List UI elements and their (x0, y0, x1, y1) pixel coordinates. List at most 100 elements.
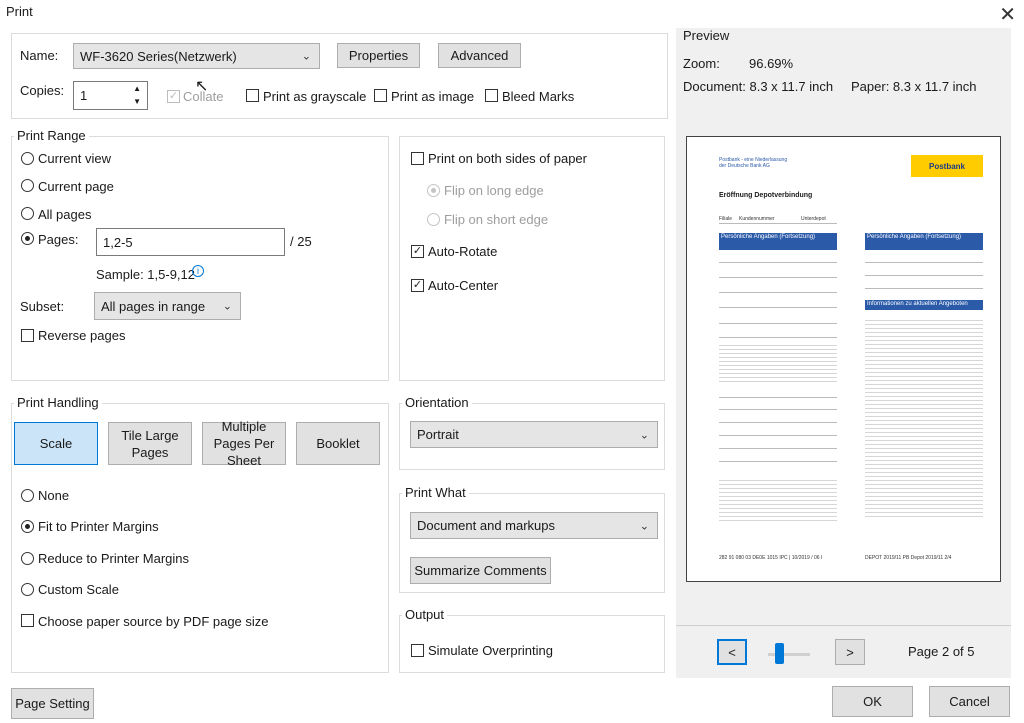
simulate-overprinting-checkbox[interactable] (411, 644, 424, 657)
grayscale-label: Print as grayscale (263, 89, 367, 104)
pages-input[interactable]: 1,2-5 (96, 228, 285, 256)
auto-center-checkbox[interactable]: ✓ (411, 279, 424, 292)
chevron-down-icon: ⌄ (222, 300, 232, 313)
doc-rule (719, 323, 837, 324)
prev-page-button[interactable]: < (717, 639, 747, 665)
summarize-comments-button[interactable]: Summarize Comments (410, 557, 551, 584)
paper-source-checkbox[interactable] (21, 614, 34, 627)
doc-rule (719, 307, 837, 308)
flip-short-label: Flip on short edge (444, 212, 549, 227)
doc-left-bar: Persönliche Angaben (Fortsetzung) (719, 233, 837, 250)
properties-button[interactable]: Properties (337, 43, 420, 68)
scale-none-label: None (38, 488, 70, 503)
doc-footer-right: DEPOT 2019/11 PB Depot 2019/11 2/4 (865, 555, 952, 561)
doc-text-block (719, 342, 837, 382)
copies-stepper[interactable]: 1 ▲ ▼ (73, 81, 148, 110)
preview-page: Postbank - eine Niederlassung der Deutsc… (686, 136, 1001, 582)
subset-select[interactable]: All pages in range ⌄ (94, 292, 241, 320)
doc-rule (719, 461, 837, 462)
doc-rule (719, 448, 837, 449)
both-sides-checkbox[interactable] (411, 152, 424, 165)
pages-radio[interactable] (21, 232, 34, 245)
print-what-select-value: Document and markups (417, 518, 556, 533)
custom-scale-label: Custom Scale (38, 582, 119, 597)
auto-rotate-label: Auto-Rotate (428, 244, 498, 259)
grayscale-checkbox[interactable] (246, 89, 259, 102)
orientation-select[interactable]: Portrait ⌄ (410, 421, 658, 448)
doc-rule (719, 292, 837, 293)
page-status: Page 2 of 5 (908, 644, 975, 659)
flip-long-label: Flip on long edge (444, 183, 544, 198)
copies-label: Copies: (20, 83, 65, 98)
reduce-margins-radio[interactable] (21, 552, 34, 565)
both-sides-label: Print on both sides of paper (428, 151, 587, 166)
bleed-marks-checkbox[interactable] (485, 89, 498, 102)
advanced-button[interactable]: Advanced (438, 43, 521, 68)
all-pages-label: All pages (38, 207, 92, 222)
printer-name-label: Name: (20, 48, 59, 63)
auto-rotate-checkbox[interactable]: ✓ (411, 245, 424, 258)
copies-value: 1 (80, 88, 88, 103)
doc-rule (719, 277, 837, 278)
stepper-down-icon[interactable]: ▼ (133, 97, 141, 106)
reverse-pages-label: Reverse pages (38, 328, 126, 343)
fit-margins-radio[interactable] (21, 520, 34, 533)
ok-button[interactable]: OK (832, 686, 913, 717)
paper-source-label: Choose paper source by PDF page size (38, 614, 269, 629)
flip-long-radio[interactable] (427, 184, 440, 197)
orientation-title: Orientation (402, 395, 472, 410)
doc-rule (719, 435, 837, 436)
pages-total: / 25 (290, 234, 312, 249)
custom-scale-radio[interactable] (21, 583, 34, 596)
next-page-button[interactable]: > (835, 639, 865, 665)
cancel-button[interactable]: Cancel (929, 686, 1010, 717)
print-range-title: Print Range (14, 128, 89, 143)
doc-rule (719, 337, 837, 338)
pages-input-value: 1,2-5 (103, 234, 133, 250)
flip-short-radio[interactable] (427, 213, 440, 226)
print-handling-title: Print Handling (14, 395, 102, 410)
collate-label: Collate (183, 89, 224, 104)
page-setting-button[interactable]: Page Setting (11, 688, 94, 719)
all-pages-radio[interactable] (21, 207, 34, 220)
scale-button[interactable]: Scale (14, 422, 98, 465)
chevron-down-icon: ⌄ (639, 520, 649, 532)
close-icon[interactable]: ✕ (999, 2, 1016, 27)
multiple-pages-button[interactable]: Multiple Pages Per Sheet (202, 419, 286, 468)
booklet-button[interactable]: Booklet (296, 422, 380, 465)
doc-rule (865, 262, 983, 263)
window-title: Print (6, 4, 33, 19)
scale-none-radio[interactable] (21, 489, 34, 502)
printer-select[interactable]: WF-3620 Series(Netzwerk) ⌄ (73, 43, 320, 69)
doc-rule (719, 397, 837, 398)
postbank-logo: Postbank (911, 155, 983, 177)
print-what-select[interactable]: Document and markups ⌄ (410, 512, 658, 539)
doc-rule (719, 223, 837, 224)
doc-rule (719, 409, 837, 410)
page-slider-thumb[interactable] (775, 643, 784, 664)
doc-right-bar: Persönliche Angaben (Fortsetzung) (865, 233, 983, 250)
chevron-down-icon: ⌄ (301, 50, 311, 63)
doc-bank-line2: der Deutsche Bank AG (719, 163, 770, 169)
doc-text-block (865, 317, 983, 517)
print-as-image-label: Print as image (391, 89, 475, 104)
preview-title: Preview (683, 28, 730, 43)
doc-right-bar-2: Informationen zu aktuellen Angeboten (865, 300, 983, 310)
doc-heading: Eröffnung Depotverbindung (719, 192, 813, 199)
printer-select-value: WF-3620 Series(Netzwerk) (80, 48, 237, 64)
tile-large-pages-button[interactable]: Tile Large Pages (108, 422, 192, 465)
paper-size: Paper: 8.3 x 11.7 inch (851, 79, 977, 94)
doc-field-1: Filiale (719, 216, 733, 222)
current-page-radio[interactable] (21, 179, 34, 192)
doc-field-2: Kundennummer (739, 216, 775, 222)
pages-sample: Sample: 1,5-9,12 (96, 267, 196, 282)
info-icon[interactable]: i (192, 265, 204, 277)
chevron-down-icon: ⌄ (639, 429, 649, 441)
current-view-radio[interactable] (21, 152, 34, 165)
stepper-up-icon[interactable]: ▲ (133, 84, 141, 93)
output-title: Output (402, 607, 448, 622)
collate-checkbox[interactable]: ✓ (167, 90, 180, 103)
reverse-pages-checkbox[interactable] (21, 329, 34, 342)
preview-divider (676, 625, 1011, 626)
print-as-image-checkbox[interactable] (374, 89, 387, 102)
